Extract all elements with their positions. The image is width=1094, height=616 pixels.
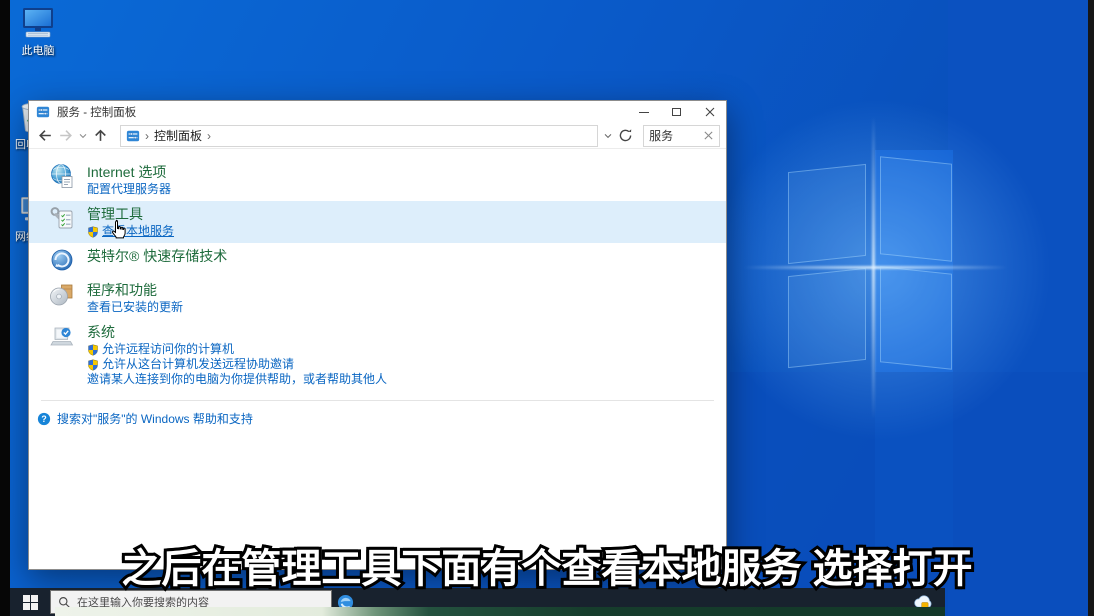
- forward-button[interactable]: [57, 127, 74, 144]
- search-result-2: 管理工具查看本地服务: [29, 201, 726, 243]
- subtitle-text: 之后在管理工具下面有个查看本地服务 选择打开: [0, 546, 1094, 592]
- control-panel-icon: [126, 129, 140, 143]
- windows-logo-wallpaper: [788, 150, 958, 390]
- recent-pages-dropdown[interactable]: [77, 127, 89, 144]
- result-task-link[interactable]: 邀请某人连接到你的电脑为你提供帮助，或者帮助其他人: [87, 372, 387, 387]
- start-button[interactable]: [10, 588, 50, 616]
- result-task-link[interactable]: 查看已安装的更新: [87, 300, 183, 315]
- breadcrumb-item-control-panel[interactable]: 控制面板: [154, 127, 202, 144]
- internet-options-icon: [49, 163, 75, 189]
- search-result-4: 程序和功能查看已安装的更新: [29, 277, 726, 319]
- letterbox-bar-left: [0, 0, 10, 616]
- breadcrumb[interactable]: › 控制面板 ›: [120, 125, 598, 147]
- windows-start-icon: [23, 595, 38, 610]
- system-icon: [49, 323, 75, 349]
- intel-rst-icon: [49, 247, 75, 273]
- desktop-icon-label: 此电脑: [12, 42, 64, 58]
- refresh-icon[interactable]: [617, 127, 634, 144]
- result-task-link[interactable]: 查看本地服务: [87, 224, 174, 239]
- control-panel-icon: [36, 105, 50, 119]
- address-dropdown[interactable]: [602, 127, 614, 144]
- minimize-icon: [639, 112, 649, 113]
- programs-features-icon: [49, 281, 75, 307]
- result-title[interactable]: 系统: [87, 323, 387, 342]
- address-bar: › 控制面板 › 服务: [29, 123, 726, 149]
- uac-shield-icon: [87, 226, 99, 238]
- admin-tools-icon: [49, 205, 75, 231]
- result-task-link[interactable]: 允许从这台计算机发送远程协助邀请: [87, 357, 387, 372]
- search-box[interactable]: 服务: [643, 125, 720, 147]
- search-results-panel: Internet 选项配置代理服务器管理工具查看本地服务英特尔® 快速存储技术程…: [29, 149, 726, 427]
- search-result-3: 英特尔® 快速存储技术: [29, 243, 726, 277]
- uac-shield-icon: [87, 344, 99, 356]
- video-frame: 此电脑 回收站 网络 服务 - 控制面板: [0, 0, 1094, 616]
- video-progress-strip: [55, 607, 945, 616]
- back-button[interactable]: [37, 127, 54, 144]
- breadcrumb-separator: ›: [207, 129, 211, 143]
- result-title[interactable]: 管理工具: [87, 205, 174, 224]
- maximize-icon: [672, 108, 681, 116]
- mouse-cursor-hand: [110, 219, 127, 240]
- desktop-icon-this-pc[interactable]: 此电脑: [12, 6, 64, 58]
- windows-help-link[interactable]: 搜索对"服务"的 Windows 帮助和支持: [57, 410, 253, 427]
- window-titlebar[interactable]: 服务 - 控制面板: [29, 101, 726, 123]
- search-result-5: 系统允许远程访问你的计算机允许从这台计算机发送远程协助邀请邀请某人连接到你的电脑…: [29, 319, 726, 391]
- close-button[interactable]: [693, 101, 726, 123]
- this-pc-icon: [18, 6, 58, 40]
- result-title[interactable]: Internet 选项: [87, 163, 171, 182]
- letterbox-bar-right: [1088, 0, 1094, 616]
- up-button[interactable]: [92, 127, 109, 144]
- video-subtitle: 之后在管理工具下面有个查看本地服务 选择打开 之后在管理工具下面有个查看本地服务…: [0, 546, 1094, 592]
- search-results-list: Internet 选项配置代理服务器管理工具查看本地服务英特尔® 快速存储技术程…: [29, 159, 726, 391]
- maximize-button[interactable]: [660, 101, 693, 123]
- clear-search-icon[interactable]: [703, 130, 714, 141]
- result-title[interactable]: 英特尔® 快速存储技术: [87, 247, 227, 266]
- minimize-button[interactable]: [627, 101, 660, 123]
- close-icon: [705, 107, 715, 117]
- result-task-link[interactable]: 允许远程访问你的计算机: [87, 342, 387, 357]
- search-result-1: Internet 选项配置代理服务器: [29, 159, 726, 201]
- search-input[interactable]: 服务: [649, 127, 673, 144]
- help-icon: [37, 412, 51, 426]
- control-panel-window: 服务 - 控制面板 › 控制面板 ›: [28, 100, 727, 570]
- uac-shield-icon: [87, 359, 99, 371]
- result-task-link[interactable]: 配置代理服务器: [87, 182, 171, 197]
- breadcrumb-separator: ›: [145, 129, 149, 143]
- window-title: 服务 - 控制面板: [57, 104, 136, 120]
- help-link-row[interactable]: 搜索对"服务"的 Windows 帮助和支持: [29, 401, 726, 427]
- result-title[interactable]: 程序和功能: [87, 281, 183, 300]
